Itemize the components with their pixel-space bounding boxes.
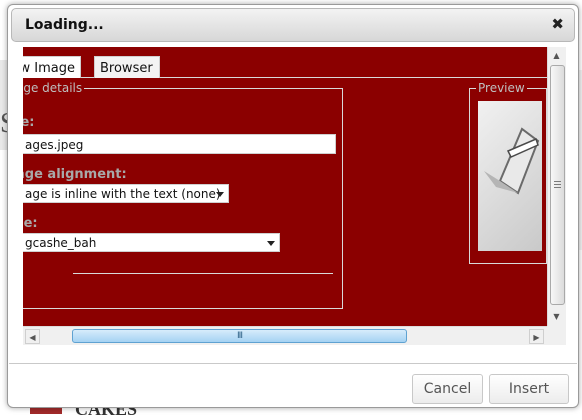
vertical-scrollbar[interactable]: ▲ ▼ xyxy=(547,47,566,326)
scroll-right-button[interactable]: ▶ xyxy=(529,329,544,344)
image-editor-panel: w Image Browser age details le: ages.jpe… xyxy=(23,47,547,326)
footer-divider xyxy=(9,363,577,364)
preview-legend: Preview xyxy=(476,81,527,95)
file-input[interactable]: ages.jpeg xyxy=(23,134,336,154)
size-label: ze: xyxy=(23,216,38,231)
preview-image xyxy=(478,101,542,251)
alignment-select-value: age is inline with the text (none) xyxy=(25,187,221,201)
tab-new-image[interactable]: w Image xyxy=(23,56,81,78)
image-details-fieldset: age details le: ages.jpeg age alignment:… xyxy=(23,81,343,309)
cancel-button[interactable]: Cancel xyxy=(412,374,483,404)
chevron-down-icon xyxy=(216,192,224,197)
scroll-down-button[interactable]: ▼ xyxy=(549,309,564,324)
grip-line xyxy=(554,187,561,188)
close-icon[interactable]: ✖ xyxy=(551,16,564,32)
size-select[interactable]: gcashe_bah xyxy=(23,233,280,252)
file-input-value: ages.jpeg xyxy=(25,138,84,152)
image-details-legend: age details xyxy=(23,81,85,95)
preview-image-graphic xyxy=(484,127,540,195)
details-divider xyxy=(73,273,333,274)
grip-line xyxy=(554,181,561,182)
size-select-value: gcashe_bah xyxy=(25,236,97,250)
scrollbar-corner xyxy=(547,326,566,345)
vertical-scroll-thumb[interactable] xyxy=(550,65,565,305)
dialog-title: Loading... xyxy=(25,17,104,33)
insert-button[interactable]: Insert xyxy=(489,374,569,404)
dialog-titlebar[interactable]: Loading... ✖ xyxy=(11,8,575,42)
scroll-left-button[interactable]: ◀ xyxy=(25,329,40,344)
file-label: le: xyxy=(23,115,35,130)
chevron-down-icon xyxy=(267,241,275,246)
preview-fieldset: Preview xyxy=(469,81,547,264)
horizontal-scrollbar[interactable]: ◀ III ▶ xyxy=(23,326,547,345)
grip-line xyxy=(554,184,561,185)
tab-browser[interactable]: Browser xyxy=(94,56,160,78)
image-dialog: Loading... ✖ w Image Browser age details… xyxy=(7,4,579,408)
horizontal-scroll-thumb[interactable]: III xyxy=(72,329,407,343)
alignment-select[interactable]: age is inline with the text (none) xyxy=(23,184,229,203)
dialog-content-frame: w Image Browser age details le: ages.jpe… xyxy=(23,47,566,345)
scroll-up-button[interactable]: ▲ xyxy=(549,48,564,63)
alignment-label: age alignment: xyxy=(23,167,127,182)
